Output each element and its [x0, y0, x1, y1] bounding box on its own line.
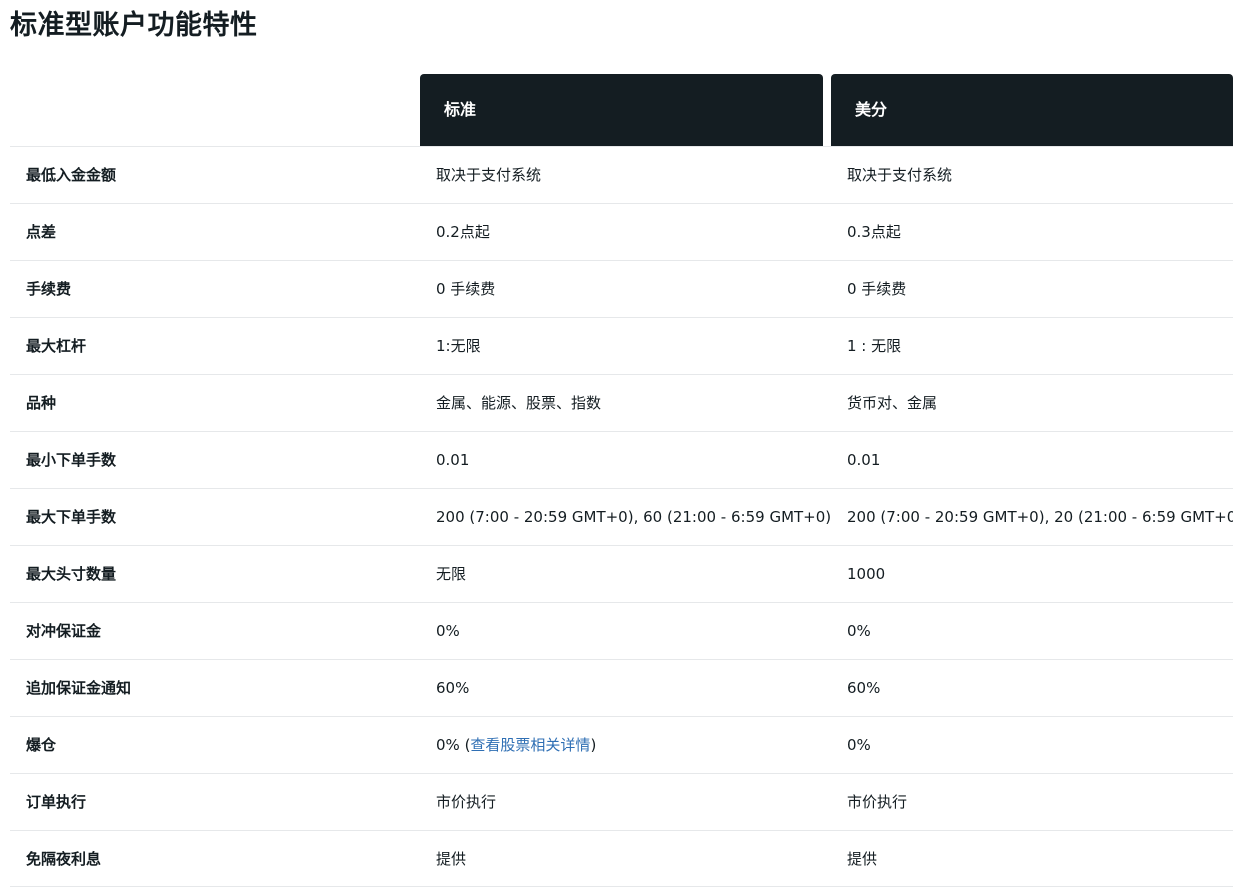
- cent-value: 0.01: [847, 451, 881, 469]
- cent-value: 1 : 无限: [847, 337, 902, 355]
- standard-value: 提供: [436, 850, 467, 868]
- table-row-spread: 点差 0.2点起 0.3点起: [10, 203, 1233, 260]
- row-label: 最大头寸数量: [26, 565, 117, 583]
- row-label: 免隔夜利息: [26, 850, 102, 868]
- standard-value: 0%: [436, 622, 460, 640]
- table-row-margin-call: 追加保证金通知 60% 60%: [10, 659, 1233, 716]
- standard-value: 1:无限: [436, 337, 481, 355]
- standard-value: 200 (7:00 - 20:59 GMT+0), 60 (21:00 - 6:…: [436, 508, 832, 526]
- cent-value: 0%: [847, 736, 871, 754]
- standard-value: 60%: [436, 679, 470, 697]
- row-label: 手续费: [26, 280, 72, 298]
- table-row-max-leverage: 最大杠杆 1:无限 1 : 无限: [10, 317, 1233, 374]
- table-row-min-lot: 最小下单手数 0.01 0.01: [10, 431, 1233, 488]
- table-row-stop-out: 爆仓 0% (查看股票相关详情) 0%: [10, 716, 1233, 773]
- standard-value: 0% (查看股票相关详情): [436, 717, 596, 773]
- table-row-hedged-margin: 对冲保证金 0% 0%: [10, 602, 1233, 659]
- row-label: 品种: [26, 394, 57, 412]
- row-label: 最小下单手数: [26, 451, 117, 469]
- cent-value: 60%: [847, 679, 881, 697]
- standard-value: 无限: [436, 565, 467, 583]
- row-label: 爆仓: [26, 736, 57, 754]
- standard-value: 市价执行: [436, 793, 497, 811]
- column-header-standard: 标准: [420, 74, 823, 146]
- row-label: 最大下单手数: [26, 508, 117, 526]
- cent-value: 取决于支付系统: [847, 166, 953, 184]
- table-row-instruments: 品种 金属、能源、股票、指数 货币对、金属: [10, 374, 1233, 431]
- cent-value: 货币对、金属: [847, 394, 938, 412]
- page-title: 标准型账户功能特性: [10, 10, 258, 41]
- cent-value: 0 手续费: [847, 280, 907, 298]
- table-row-swap-free: 免隔夜利息 提供 提供: [10, 830, 1233, 887]
- column-header-cent: 美分: [831, 74, 1233, 146]
- standard-value: 0.2点起: [436, 223, 490, 241]
- cent-value: 提供: [847, 850, 878, 868]
- standard-value: 0.01: [436, 451, 470, 469]
- table-row-max-lot: 最大下单手数 200 (7:00 - 20:59 GMT+0), 60 (21:…: [10, 488, 1233, 545]
- cent-value: 0%: [847, 622, 871, 640]
- row-label: 最低入金金额: [26, 166, 117, 184]
- cent-value: 0.3点起: [847, 223, 901, 241]
- cent-value: 1000: [847, 565, 886, 583]
- features-table: 最低入金金额 取决于支付系统 取决于支付系统 点差 0.2点起 0.3点起 手续…: [10, 146, 1233, 887]
- standard-value: 取决于支付系统: [436, 166, 542, 184]
- stock-details-link[interactable]: 查看股票相关详情: [470, 736, 590, 754]
- cent-value: 市价执行: [847, 793, 908, 811]
- cent-value: 200 (7:00 - 20:59 GMT+0), 20 (21:00 - 6:…: [847, 508, 1233, 526]
- row-label: 点差: [26, 223, 57, 241]
- row-label: 追加保证金通知: [26, 679, 132, 697]
- row-label: 订单执行: [26, 793, 87, 811]
- standard-value-suffix: ): [590, 736, 597, 754]
- header-spacer: [10, 74, 420, 146]
- row-label: 对冲保证金: [26, 622, 102, 640]
- table-header: 标准 美分: [10, 74, 1233, 146]
- table-row-min-deposit: 最低入金金额 取决于支付系统 取决于支付系统: [10, 146, 1233, 203]
- table-row-commission: 手续费 0 手续费 0 手续费: [10, 260, 1233, 317]
- row-label: 最大杠杆: [26, 337, 87, 355]
- standard-value: 0 手续费: [436, 280, 496, 298]
- table-row-max-positions: 最大头寸数量 无限 1000: [10, 545, 1233, 602]
- standard-value-prefix: 0% (: [436, 736, 471, 754]
- table-row-order-execution: 订单执行 市价执行 市价执行: [10, 773, 1233, 830]
- standard-value: 金属、能源、股票、指数: [436, 394, 602, 412]
